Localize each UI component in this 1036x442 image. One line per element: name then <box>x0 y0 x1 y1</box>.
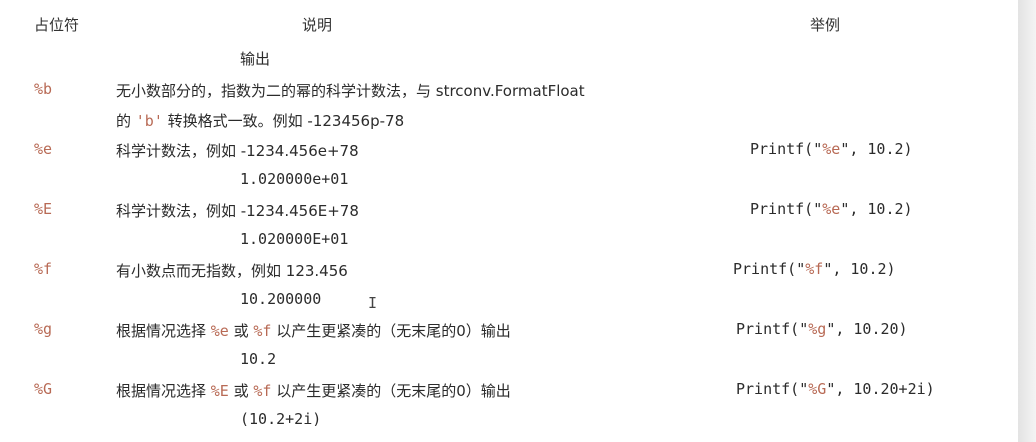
code-literal: 'b' <box>135 112 163 130</box>
description-line: 根据情况选择 %e 或 %f 以产生更紧凑的（无末尾的0）输出 <box>116 320 511 341</box>
example-text: ", 10.2) <box>840 200 913 218</box>
result-value: 1.020000E+01 <box>240 230 349 248</box>
example-text: Printf(" <box>750 200 823 218</box>
example-code: Printf("%e", 10.2) <box>750 140 913 158</box>
format-verb: %f <box>253 322 272 340</box>
format-verb: %G <box>808 380 827 398</box>
example-text: Printf(" <box>736 320 809 338</box>
example-code: Printf("%f", 10.2) <box>733 260 896 278</box>
description-text: 或 <box>228 382 254 400</box>
description-text: 或 <box>228 322 254 340</box>
description-text: 根据情况选择 <box>116 382 211 400</box>
example-text: Printf(" <box>750 140 823 158</box>
format-verb: %f <box>253 382 272 400</box>
result-value: (10.2+2i) <box>240 410 322 428</box>
description-line: 科学计数法，例如 -1234.456e+78 <box>116 142 359 160</box>
description-line: 根据情况选择 %E 或 %f 以产生更紧凑的（无末尾的0）输出 <box>116 380 511 401</box>
description-line: 的 'b' 转换格式一致。例如 -123456p-78 <box>116 110 404 131</box>
format-verb: %E <box>210 382 229 400</box>
example-code: Printf("%e", 10.2) <box>750 200 913 218</box>
top-fragment: 输出 <box>240 50 271 68</box>
example-text: Printf(" <box>733 260 806 278</box>
description-text: 以产生更紧凑的（无末尾的0）输出 <box>271 382 511 400</box>
result-value: 10.2 <box>240 350 277 368</box>
description-line: 无小数部分的，指数为二的幂的科学计数法，与 strconv.FormatFloa… <box>116 82 585 100</box>
format-verb: %g <box>808 320 827 338</box>
placeholder-cell: %E <box>34 200 53 218</box>
example-code: Printf("%G", 10.20+2i) <box>736 380 935 398</box>
example-text: ", 10.20+2i) <box>826 380 935 398</box>
example-text: ", 10.2) <box>840 140 913 158</box>
placeholder-cell: %g <box>34 320 53 338</box>
result-value: 10.200000 <box>240 290 322 308</box>
example-text: Printf(" <box>736 380 809 398</box>
description-text: 的 <box>116 112 136 130</box>
format-verb: %e <box>822 200 841 218</box>
format-verb: %e <box>822 140 841 158</box>
placeholder-cell: %b <box>34 80 53 98</box>
description-line: 科学计数法，例如 -1234.456E+78 <box>116 202 359 220</box>
format-verb: %e <box>210 322 229 340</box>
header-description: 说明 <box>302 16 333 34</box>
placeholder-cell: %f <box>34 260 53 278</box>
example-text: ", 10.2) <box>823 260 896 278</box>
text-cursor-icon: I <box>368 294 378 312</box>
header-placeholder: 占位符 <box>34 16 80 34</box>
document-page: 占位符 说明 举例 输出 %b 无小数部分的，指数为二的幂的科学计数法，与 st… <box>0 0 1018 442</box>
header-example: 举例 <box>810 16 841 34</box>
description-text: 以产生更紧凑的（无末尾的0）输出 <box>271 322 511 340</box>
format-verb: %f <box>805 260 824 278</box>
description-text: 根据情况选择 <box>116 322 211 340</box>
description-text: 转换格式一致。例如 -123456p-78 <box>162 112 405 130</box>
result-value: 1.020000e+01 <box>240 170 349 188</box>
description-line: 有小数点而无指数，例如 123.456 <box>116 262 348 280</box>
example-code: Printf("%g", 10.20) <box>736 320 908 338</box>
placeholder-cell: %G <box>34 380 53 398</box>
example-text: ", 10.20) <box>826 320 908 338</box>
placeholder-cell: %e <box>34 140 53 158</box>
page-edge <box>1018 0 1036 442</box>
